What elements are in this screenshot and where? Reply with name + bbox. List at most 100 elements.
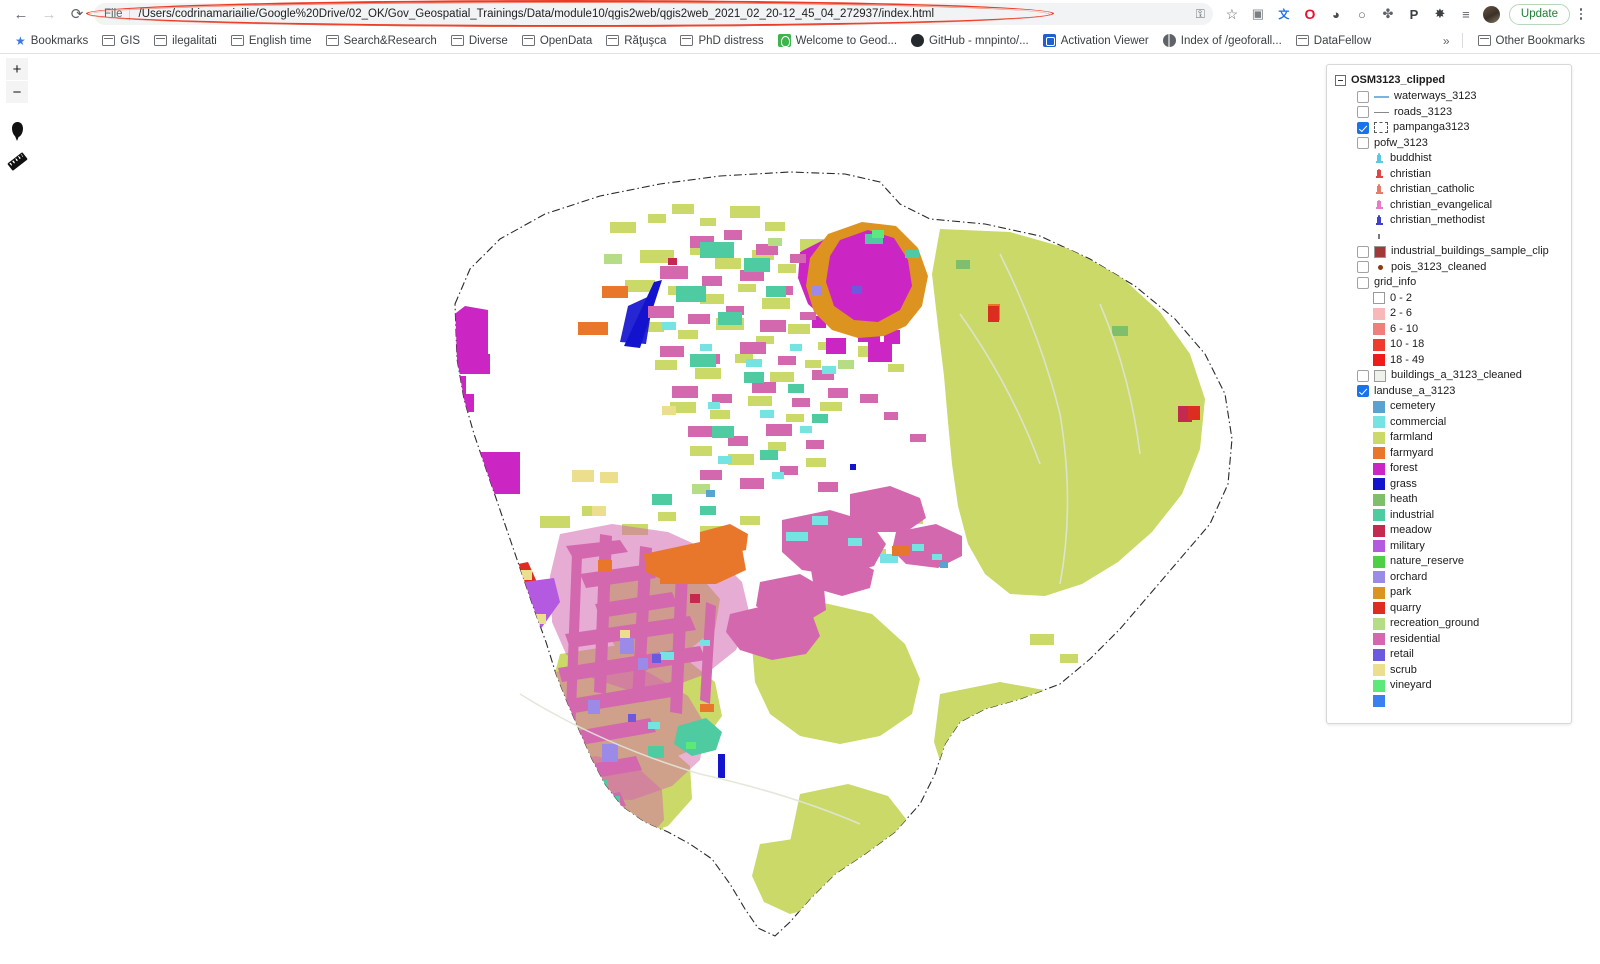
bookmark-item-bookmarks[interactable]: ★ Bookmarks [8,33,95,49]
layer-checkbox[interactable] [1357,385,1369,397]
bookmark-item-opendata[interactable]: OpenData [515,33,599,49]
star-icon: ★ [15,35,26,47]
bookmark-item-gis[interactable]: GIS [95,33,147,49]
legend-class-label: christian_methodist [1390,215,1485,226]
color-swatch [1373,308,1385,320]
legend-layer-buildings_a_3123_cleaned[interactable]: buildings_a_3123_cleaned [1335,368,1563,384]
legend-layer-pois_3123_cleaned[interactable]: pois_3123_cleaned [1335,260,1563,276]
bookmark-item-phd-distress[interactable]: PhD distress [673,33,770,49]
url-text[interactable]: /Users/codrinamariailie/Google%20Drive/0… [130,8,1190,20]
legend-class-forest: forest [1335,461,1563,477]
bookmark-item-welcome-to-geod[interactable]: Welcome to Geod... [771,32,904,49]
back-icon[interactable]: ← [8,1,34,27]
legend-class-label: residential [1390,634,1440,645]
legend-class-label: forest [1390,463,1418,474]
color-swatch [1374,246,1386,258]
bookmark-item-other-bookmarks[interactable]: Other Bookmarks [1471,33,1592,49]
zoom-in-button[interactable]: + [6,58,28,80]
layer-checkbox[interactable] [1357,277,1369,289]
legend-layer-label: pois_3123_cleaned [1391,262,1486,273]
legend-class-recreation_ground: recreation_ground [1335,616,1563,632]
legend-class-label: christian [1390,169,1431,180]
bookmark-item-ilegalitati[interactable]: ilegalitati [147,33,224,49]
legend-class-cemetery: cemetery [1335,399,1563,415]
legend-class-label: park [1390,587,1411,598]
legend-class-label: 6 - 10 [1390,324,1418,335]
bookmark-label: Bookmarks [31,35,89,47]
legend-layer-pampanga3123[interactable]: pampanga3123 [1335,120,1563,136]
layer-checkbox[interactable] [1357,137,1369,149]
legend-class-label: commercial [1390,417,1446,428]
reload-icon[interactable]: ⟳ [64,1,90,27]
legend-class-christian_evangelical: christian_evangelical [1335,198,1563,214]
legend-layer-waterways_3123[interactable]: waterways_3123 [1335,89,1563,105]
screenshot-extension-icon[interactable]: ▣ [1245,2,1271,26]
legend-class-industrial: industrial [1335,508,1563,524]
legend-layer-label: roads_3123 [1394,107,1452,118]
legend-panel[interactable]: OSM3123_clipped waterways_3123 roads_312… [1326,64,1572,724]
bookmark-item-english-time[interactable]: English time [224,33,319,49]
opera-extension-icon[interactable]: O [1297,2,1323,26]
bookmark-label: OpenData [540,35,592,47]
address-bar[interactable]: File /Users/codrinamariailie/Google%20Dr… [94,3,1213,25]
legend-class-scrub: scrub [1335,663,1563,679]
legend-layer-industrial_buildings_sample_clip[interactable]: industrial_buildings_sample_clip [1335,244,1563,260]
color-swatch [1373,494,1385,506]
point-symbol-icon [1374,261,1386,273]
map-marker-icon[interactable] [6,117,28,141]
update-button[interactable]: Update [1509,4,1570,25]
bookmarks-overflow-chevron-icon[interactable]: » [1439,34,1454,48]
layer-checkbox[interactable] [1357,370,1369,382]
legend-layer-label: pampanga3123 [1393,122,1469,133]
zoom-out-button[interactable]: − [6,81,28,103]
ruler-icon[interactable] [6,149,28,173]
legend-layer-pofw_3123[interactable]: pofw_3123 [1335,136,1563,152]
legend-layer-label: pofw_3123 [1374,138,1428,149]
site-settings-icon[interactable]: ⚿ [1196,7,1205,22]
toolbar-icons: ☆ ▣ 文 O ◕ ○ ✤ P ✸ ≡ Update [1219,2,1592,26]
legend-root-group[interactable]: OSM3123_clipped [1335,75,1563,86]
layer-checkbox[interactable] [1357,106,1369,118]
folder-icon [1478,35,1491,46]
legend-class-label: quarry [1390,603,1421,614]
butterfly-extension-icon[interactable]: ✤ [1375,2,1401,26]
layer-checkbox[interactable] [1357,122,1369,134]
line-symbol-icon [1374,106,1389,118]
legend-class-commercial: commercial [1335,415,1563,431]
star-icon[interactable]: ☆ [1219,2,1245,26]
landuse-layer [350,204,1205,914]
legend-class-residential: residential [1335,632,1563,648]
pocket-extension-icon[interactable]: P [1401,2,1427,26]
bookmark-item-github[interactable]: GitHub - mnpinto/... [904,32,1036,49]
legend-layer-roads_3123[interactable]: roads_3123 [1335,105,1563,121]
collapse-expander-icon[interactable] [1335,75,1346,86]
raccoon-extension-icon[interactable]: ◕ [1323,2,1349,26]
color-swatch [1373,540,1385,552]
legend-class-farmyard: farmyard [1335,446,1563,462]
bookmark-item-diverse[interactable]: Diverse [444,33,515,49]
legend-class-label: 18 - 49 [1390,355,1424,366]
moon-extension-icon[interactable]: ○ [1349,2,1375,26]
folder-icon [231,35,244,46]
layer-checkbox[interactable] [1357,91,1369,103]
google-translate-icon[interactable]: 文 [1271,2,1297,26]
kebab-menu-icon[interactable] [1570,2,1592,26]
bookmark-item-ratusca[interactable]: Răţuşca [599,33,673,49]
layer-checkbox[interactable] [1357,246,1369,258]
legend-layer-landuse_a_3123[interactable]: landuse_a_3123 [1335,384,1563,400]
extensions-puzzle-icon[interactable]: ✸ [1427,2,1453,26]
bookmark-item-index-geoforall[interactable]: Index of /geoforall... [1156,32,1289,49]
bookmark-item-activation-viewer[interactable]: Activation Viewer [1036,32,1156,49]
legend-class-grid-2-6: 2 - 6 [1335,306,1563,322]
forward-icon[interactable]: → [36,1,62,27]
legend-layer-grid_info[interactable]: grid_info [1335,275,1563,291]
bookmark-item-search-research[interactable]: Search&Research [319,33,444,49]
web-map-page: + − [0,54,1600,962]
legend-class-label: meadow [1390,525,1432,536]
legend-class-label: buddhist [1390,153,1432,164]
bookmark-item-datafellow[interactable]: DataFellow [1289,33,1379,49]
avatar[interactable] [1479,2,1505,26]
legend-class-christian_catholic: christian_catholic [1335,182,1563,198]
layer-checkbox[interactable] [1357,261,1369,273]
reading-list-icon[interactable]: ≡ [1453,2,1479,26]
